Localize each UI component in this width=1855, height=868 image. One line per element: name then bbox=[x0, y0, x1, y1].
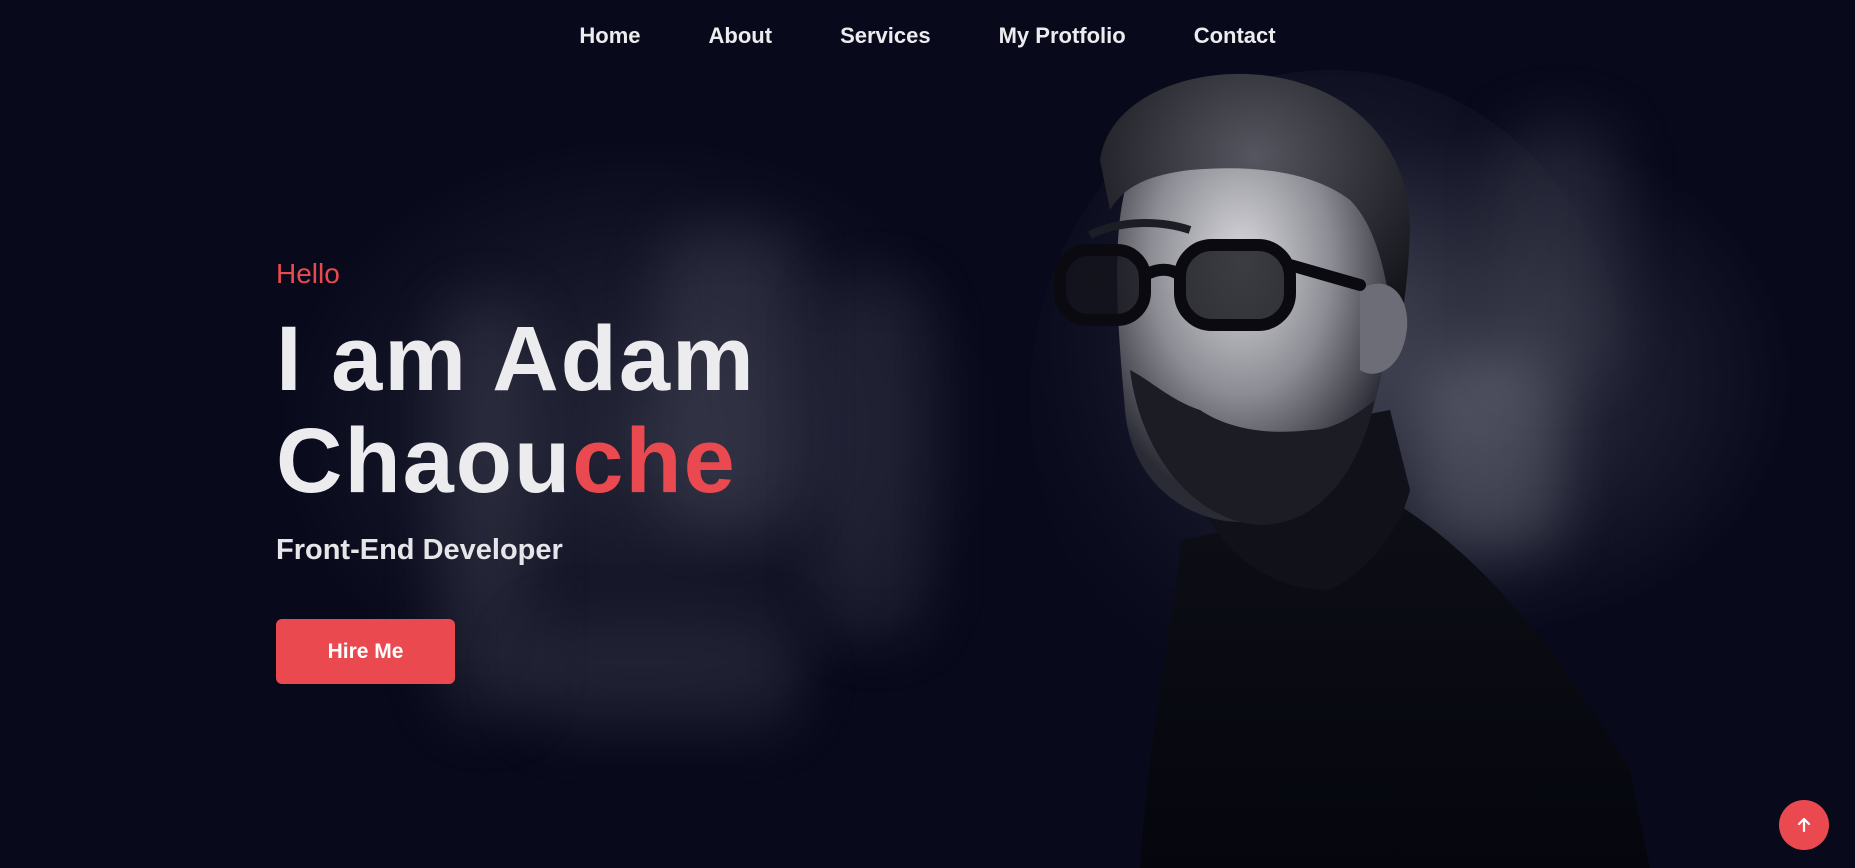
greeting-text: Hello bbox=[276, 258, 340, 289]
name-line-2: Chaouche bbox=[276, 410, 756, 512]
hero-content: Hello I am Adam Chaouche Front-End Devel… bbox=[276, 258, 756, 684]
hero-name: I am Adam Chaouche bbox=[276, 308, 756, 512]
name-line-1: I am Adam bbox=[276, 308, 756, 410]
role-subtitle: Front-End Developer bbox=[276, 534, 563, 566]
hire-me-button[interactable]: Hire Me bbox=[276, 619, 455, 684]
nav-item-contact[interactable]: Contact bbox=[1194, 23, 1276, 49]
arrow-up-icon bbox=[1797, 817, 1811, 833]
name-line-2-plain: Chaou bbox=[276, 410, 573, 512]
portrait-image bbox=[1030, 70, 1650, 868]
nav-item-portfolio[interactable]: My Protfolio bbox=[999, 23, 1126, 49]
background-blur-shape bbox=[820, 280, 930, 640]
name-line-2-accent: che bbox=[572, 410, 737, 512]
hero-page: Home About Services My Protfolio Contact… bbox=[0, 0, 1855, 868]
back-to-top-button[interactable] bbox=[1779, 800, 1829, 850]
nav-item-home[interactable]: Home bbox=[579, 23, 640, 49]
main-nav: Home About Services My Protfolio Contact bbox=[0, 0, 1855, 72]
nav-item-services[interactable]: Services bbox=[840, 23, 931, 49]
nav-item-about[interactable]: About bbox=[709, 23, 773, 49]
